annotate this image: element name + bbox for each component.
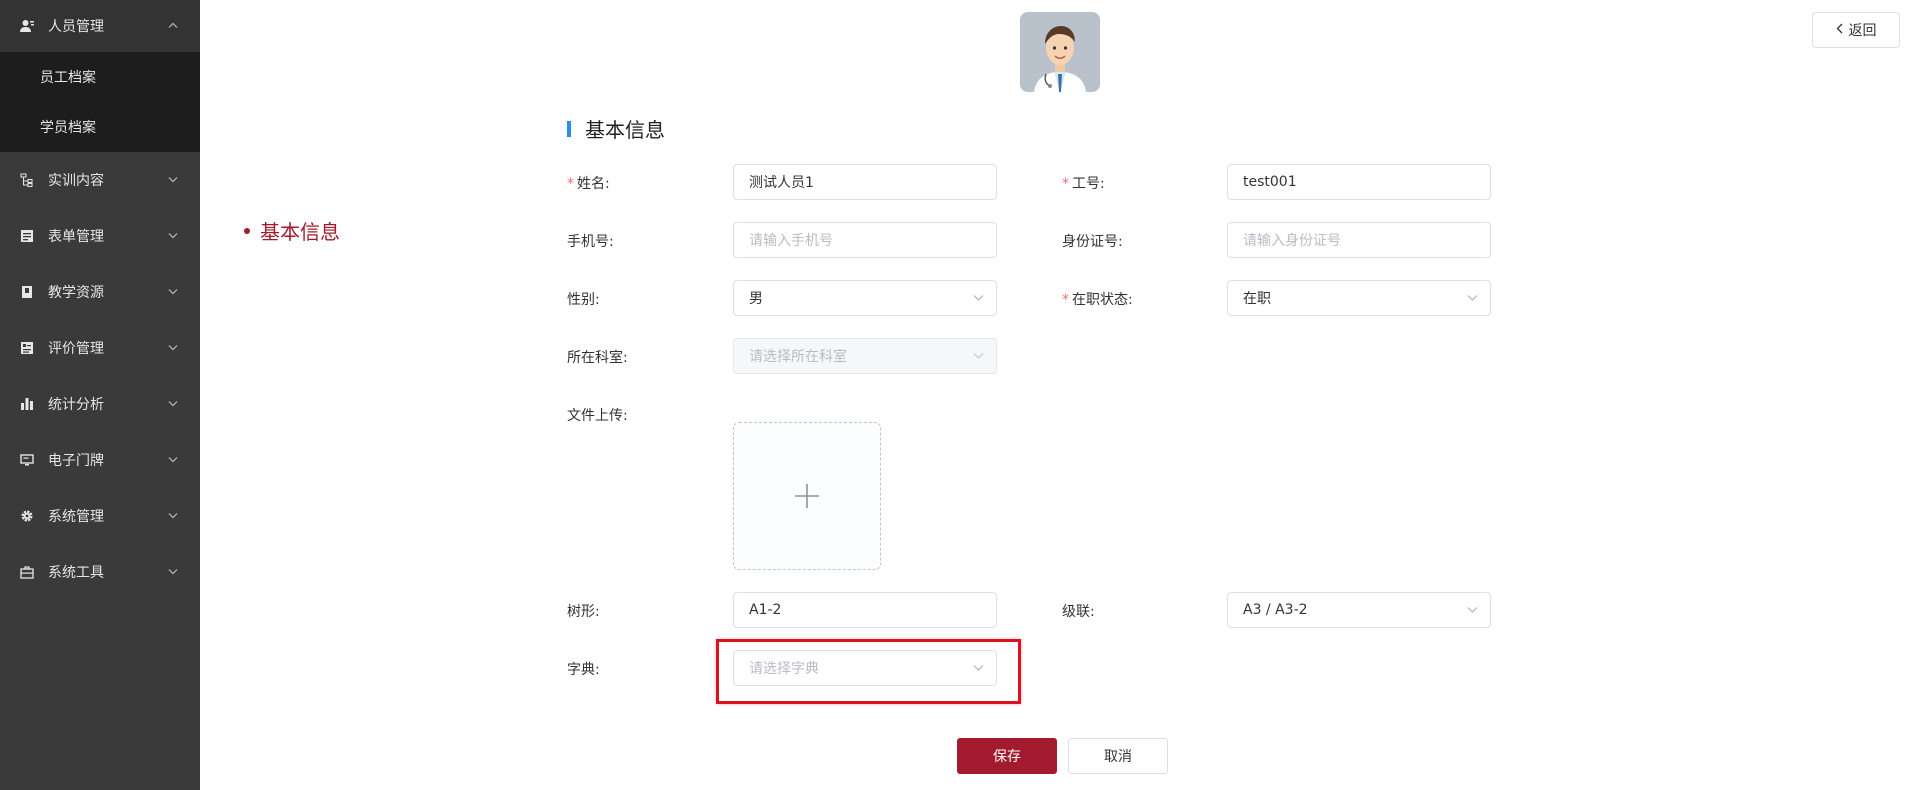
submenu-personnel: 员工档案 学员档案 [0,52,200,152]
chevron-down-icon [973,350,984,363]
section-title-text: 基本信息 [585,118,665,142]
chevron-down-icon [1467,292,1478,305]
chevron-down-icon [168,287,178,298]
plus-icon [794,476,820,516]
sidebar-item-label: 系统管理 [48,509,104,525]
employment-status-value: 在职 [1243,291,1271,307]
dictionary-placeholder: 请选择字典 [749,661,819,677]
sidebar: 人员管理 员工档案 学员档案 实训内容 表单管理 教学资源 评价管理 统计分析 … [0,0,200,790]
anchor-basic-info[interactable]: 基本信息 [244,216,340,245]
phone-input[interactable]: 请输入手机号 [733,222,997,258]
cascade-label: 级联: [1062,604,1095,620]
bar-chart-icon [20,397,34,411]
sidebar-item-label: 教学资源 [48,285,104,301]
tree-select[interactable]: A1-2 [733,592,997,628]
chevron-down-icon [168,343,178,354]
chevron-down-icon [168,455,178,466]
doctor-avatar [1020,12,1100,92]
file-upload-dropzone[interactable] [733,422,881,570]
tree-value: A1-2 [749,602,782,618]
chevron-down-icon [168,567,178,578]
tree-label: 树形: [567,604,600,620]
department-placeholder: 请选择所在科室 [749,349,847,365]
sidebar-item-statistics[interactable]: 统计分析 [0,376,200,432]
chevron-down-icon [168,399,178,410]
sidebar-item-student-archive[interactable]: 学员档案 [0,102,200,152]
department-select[interactable]: 请选择所在科室 [733,338,997,374]
dictionary-select[interactable]: 请选择字典 [733,650,997,686]
sidebar-item-system-tools[interactable]: 系统工具 [0,544,200,600]
section-title: 基本信息 [567,114,665,143]
chevron-down-icon [1467,604,1478,617]
chevron-down-icon [973,292,984,305]
phone-label: 手机号: [567,234,614,250]
chevron-left-icon [1836,23,1843,38]
book-icon [20,285,34,299]
bullet-dot [244,227,250,234]
gear-icon [20,509,34,523]
section-accent-bar [567,120,571,137]
cascade-value: A3 / A3-2 [1243,602,1308,618]
name-label: * 姓名: [567,176,610,192]
sidebar-item-label: 表单管理 [48,229,104,245]
chevron-down-icon [973,662,984,675]
tree-icon [20,173,34,187]
cancel-button[interactable]: 取消 [1068,738,1168,774]
form-icon [20,229,34,243]
chevron-down-icon [168,175,178,186]
cascade-select[interactable]: A3 / A3-2 [1227,592,1491,628]
gender-label: 性别: [567,292,600,308]
name-input[interactable]: 测试人员1 [733,164,997,200]
employment-status-select[interactable]: 在职 [1227,280,1491,316]
sidebar-item-label: 人员管理 [48,19,104,35]
dictionary-label: 字典: [567,662,600,678]
sidebar-item-teaching-resources[interactable]: 教学资源 [0,264,200,320]
sidebar-item-label: 系统工具 [48,565,104,581]
job-no-input[interactable]: test001 [1227,164,1491,200]
anchor-label: 基本信息 [260,220,340,244]
save-button[interactable]: 保存 [957,738,1057,774]
file-upload-label: 文件上传: [567,408,628,424]
sidebar-item-training-content[interactable]: 实训内容 [0,152,200,208]
chevron-up-icon [168,21,178,32]
gender-select[interactable]: 男 [733,280,997,316]
chevron-down-icon [168,511,178,522]
monitor-icon [20,453,34,467]
sidebar-item-form-management[interactable]: 表单管理 [0,208,200,264]
sidebar-item-label: 统计分析 [48,397,104,413]
id-card-label: 身份证号: [1062,234,1123,250]
gender-value: 男 [749,291,763,307]
back-button[interactable]: 返回 [1812,12,1900,48]
sidebar-item-employee-archive[interactable]: 员工档案 [0,52,200,102]
sidebar-item-label: 评价管理 [48,341,104,357]
department-label: 所在科室: [567,350,628,366]
sidebar-item-e-doorplate[interactable]: 电子门牌 [0,432,200,488]
sidebar-item-evaluation[interactable]: 评价管理 [0,320,200,376]
employment-status-label: * 在职状态: [1062,292,1133,308]
user-icon [20,19,34,33]
sidebar-item-system-management[interactable]: 系统管理 [0,488,200,544]
chevron-down-icon [168,231,178,242]
id-card-input[interactable]: 请输入身份证号 [1227,222,1491,258]
back-label: 返回 [1848,23,1877,39]
sidebar-item-label: 实训内容 [48,173,104,189]
sidebar-item-personnel[interactable]: 人员管理 [0,0,200,52]
job-no-label: * 工号: [1062,176,1105,192]
sidebar-item-label: 电子门牌 [48,453,104,469]
rating-icon [20,341,34,355]
toolbox-icon [20,565,34,579]
